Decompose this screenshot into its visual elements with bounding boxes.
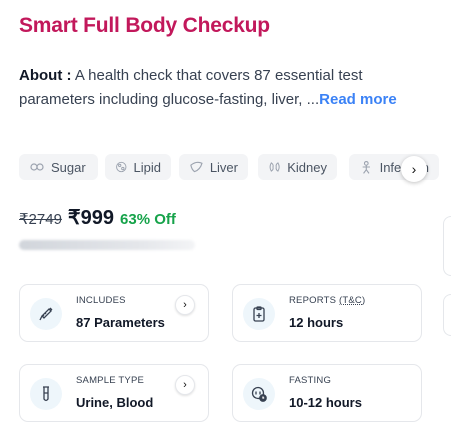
terms-link[interactable]: (T&C) [339, 295, 365, 306]
chip-kidney[interactable]: Kidney [258, 154, 337, 180]
liver-icon [190, 161, 203, 173]
syringe-icon [30, 298, 62, 330]
fasting-label: FASTING [289, 375, 332, 386]
sample-type-card[interactable]: SAMPLE TYPE Urine, Blood › [19, 364, 209, 422]
category-chips: Sugar Lipid Liver Kidney Infec n [19, 154, 451, 184]
includes-value: 87 Parameters [76, 315, 165, 330]
chevron-right-icon[interactable]: › [175, 295, 195, 315]
reports-card: REPORTS (T&C) 12 hours [232, 284, 422, 342]
read-more-link[interactable]: Read more [319, 91, 397, 108]
reports-label-text: REPORTS [289, 295, 337, 306]
about-label: About : [19, 67, 72, 84]
chips-scroll-right-button[interactable]: › [401, 156, 427, 182]
offscreen-card-edge [443, 216, 451, 276]
chevron-right-icon[interactable]: › [175, 375, 195, 395]
final-price: ₹999 [67, 207, 115, 229]
mrp-price: ₹2749 [19, 211, 62, 228]
blurred-text [19, 240, 195, 250]
test-tube-icon [30, 378, 62, 410]
chip-label: Kidney [287, 159, 327, 175]
report-clipboard-icon [243, 298, 275, 330]
sample-type-value: Urine, Blood [76, 395, 154, 410]
kidney-icon [269, 162, 280, 172]
fasting-clock-icon [243, 378, 275, 410]
sample-type-label: SAMPLE TYPE [76, 375, 145, 386]
about-text: About : A health check that covers 87 es… [19, 64, 439, 112]
chip-liver[interactable]: Liver [179, 154, 248, 180]
reports-label: REPORTS (T&C) [289, 295, 365, 306]
lipid-icon [116, 161, 127, 173]
sugar-icon [30, 163, 44, 171]
chevron-right-icon: › [411, 161, 417, 177]
chip-label: Liver [209, 159, 238, 175]
fasting-value: 10-12 hours [289, 395, 362, 410]
infection-icon [362, 160, 370, 174]
chip-label: Sugar [51, 159, 86, 175]
includes-card[interactable]: INCLUDES 87 Parameters › [19, 284, 209, 342]
chip-lipid[interactable]: Lipid [105, 154, 171, 180]
chip-label: Lipid [133, 159, 161, 175]
price-row: ₹2749 ₹999 63% Off [19, 205, 176, 230]
offscreen-card-edge [443, 294, 451, 336]
reports-value: 12 hours [289, 315, 344, 330]
chip-sugar[interactable]: Sugar [19, 154, 98, 180]
about-description: A health check that covers 87 essential … [19, 67, 363, 108]
includes-label: INCLUDES [76, 295, 126, 306]
fasting-card: FASTING 10-12 hours [232, 364, 422, 422]
product-title: Smart Full Body Checkup [19, 14, 270, 37]
discount-badge: 63% Off [120, 211, 176, 228]
